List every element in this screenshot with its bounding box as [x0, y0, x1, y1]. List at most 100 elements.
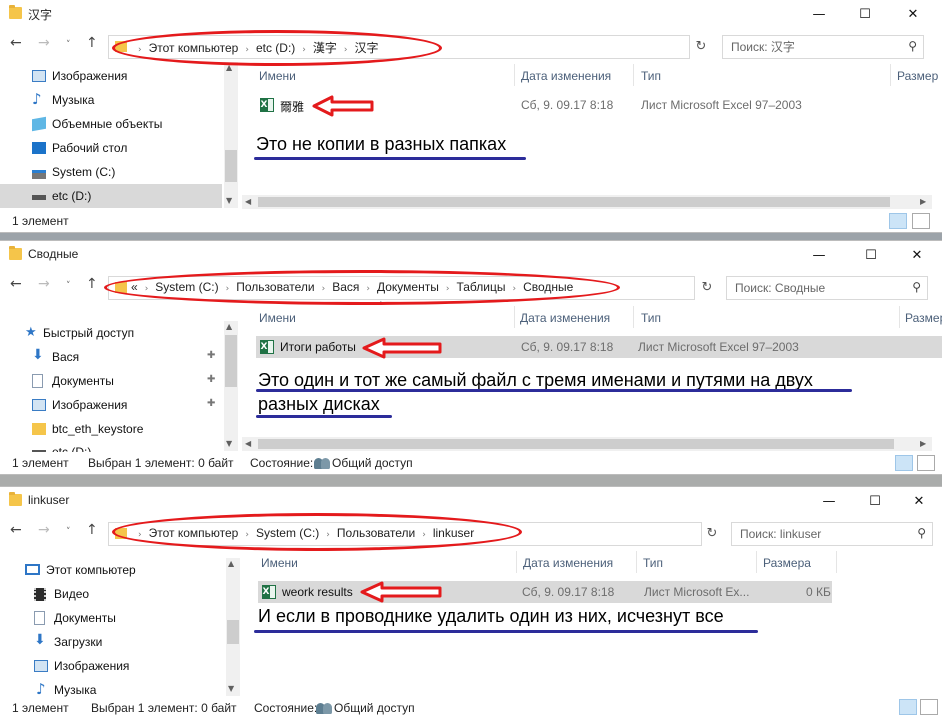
- scroll-down-icon[interactable]: ▼: [226, 196, 232, 205]
- back-button[interactable]: ←: [10, 276, 22, 292]
- address-bar[interactable]: › Этот компьютер › System (C:) › Пользователи…: [108, 522, 702, 546]
- refresh-button[interactable]: ↻: [692, 35, 710, 57]
- address-bar[interactable]: « › System (C:) › Пользователи › Вася › Документ…: [108, 276, 695, 300]
- recent-locations-button[interactable]: ˅: [66, 281, 71, 291]
- column-divider[interactable]: [756, 551, 757, 573]
- column-header-type[interactable]: Тип: [641, 311, 661, 325]
- crumb-folder-1[interactable]: 漢字: [313, 41, 337, 55]
- up-button[interactable]: ↑: [86, 276, 98, 292]
- close-button[interactable]: ✕: [894, 241, 940, 269]
- title-bar[interactable]: linkuser — ☐ ✕: [0, 487, 942, 515]
- maximize-button[interactable]: ☐: [842, 0, 888, 28]
- nav-item-vasya[interactable]: ⬇ Вася ✚: [0, 345, 222, 369]
- crumb-users[interactable]: Пользователи: [236, 280, 314, 294]
- nav-item-system-c[interactable]: System (C:): [0, 160, 222, 184]
- pin-icon[interactable]: ✚: [207, 398, 215, 409]
- forward-button[interactable]: →: [38, 522, 50, 538]
- nav-item-documents[interactable]: Документы: [0, 606, 222, 630]
- search-box[interactable]: ⚲: [731, 522, 933, 546]
- column-header-name[interactable]: Имени: [259, 311, 296, 325]
- address-bar[interactable]: › Этот компьютер › etc (D:) › 漢字 › 汉字: [108, 35, 690, 59]
- close-button[interactable]: ✕: [896, 487, 942, 515]
- maximize-button[interactable]: ☐: [852, 487, 898, 515]
- pin-icon[interactable]: ✚: [207, 350, 215, 361]
- nav-item-pictures[interactable]: Изображения ✚: [0, 393, 222, 417]
- close-button[interactable]: ✕: [890, 0, 936, 28]
- forward-button[interactable]: →: [38, 276, 50, 292]
- crumb-svodnye[interactable]: Сводные: [523, 280, 573, 294]
- nav-item-quick-access[interactable]: ★ Быстрый доступ: [0, 321, 222, 345]
- collapse-ribbon-icon[interactable]: ^: [377, 301, 385, 311]
- nav-item-etc-d[interactable]: etc (D:): [0, 184, 222, 208]
- nav-item-this-pc[interactable]: Этот компьютер: [0, 558, 222, 582]
- column-header-date[interactable]: Дата изменения: [523, 556, 613, 570]
- scroll-thumb[interactable]: [258, 439, 894, 449]
- details-view-icon[interactable]: [895, 455, 913, 471]
- title-bar[interactable]: 汉字 — ☐ ✕: [0, 0, 942, 28]
- minimize-button[interactable]: —: [796, 0, 842, 28]
- minimize-button[interactable]: —: [806, 487, 852, 515]
- nav-scrollbar[interactable]: ▲ ▼: [226, 558, 240, 696]
- column-header-size[interactable]: Размер: [905, 311, 942, 325]
- scroll-up-icon[interactable]: ▲: [228, 559, 234, 568]
- column-divider[interactable]: [890, 64, 891, 86]
- large-icons-view-icon[interactable]: [917, 455, 935, 471]
- file-row-selected[interactable]: Итоги работы Сб, 9. 09.17 8:18 Лист Micr…: [256, 336, 942, 358]
- search-input[interactable]: [738, 526, 902, 542]
- column-header-size[interactable]: Размер: [897, 69, 938, 83]
- large-icons-view-icon[interactable]: [912, 213, 930, 229]
- recent-locations-button[interactable]: ˅: [66, 527, 71, 537]
- crumb-drive-d[interactable]: etc (D:): [256, 41, 295, 55]
- scroll-down-icon[interactable]: ▼: [228, 684, 234, 693]
- crumb-linkuser[interactable]: linkuser: [433, 526, 474, 540]
- scroll-left-icon[interactable]: ◀: [245, 197, 251, 206]
- nav-item-3d-objects[interactable]: Объемные объекты: [0, 112, 222, 136]
- crumb-tables[interactable]: Таблицы: [456, 280, 505, 294]
- nav-item-pictures[interactable]: Изображения: [0, 64, 222, 88]
- pin-icon[interactable]: ✚: [207, 374, 215, 385]
- column-header-name[interactable]: Имени: [261, 556, 298, 570]
- nav-item-music[interactable]: ♪ Музыка: [0, 88, 222, 112]
- column-header-date[interactable]: Дата изменения: [520, 311, 610, 325]
- search-input[interactable]: [729, 39, 893, 55]
- scroll-right-icon[interactable]: ▶: [920, 439, 926, 448]
- horizontal-scrollbar[interactable]: ◀ ▶: [242, 195, 932, 209]
- refresh-button[interactable]: ↻: [698, 276, 716, 298]
- column-divider[interactable]: [633, 306, 634, 328]
- recent-locations-button[interactable]: ˅: [66, 40, 71, 50]
- column-divider[interactable]: [633, 64, 634, 86]
- crumb-documents[interactable]: Документы: [377, 280, 439, 294]
- maximize-button[interactable]: ☐: [848, 241, 894, 269]
- crumb-system-c[interactable]: System (C:): [256, 526, 319, 540]
- nav-item-btc-eth-keystore[interactable]: btc_eth_keystore: [0, 417, 222, 441]
- horizontal-scrollbar[interactable]: ◀ ▶: [242, 437, 932, 451]
- scroll-down-icon[interactable]: ▼: [226, 439, 232, 448]
- scroll-left-icon[interactable]: ◀: [245, 439, 251, 448]
- search-box[interactable]: ⚲: [726, 276, 928, 300]
- file-row-selected[interactable]: weork results Сб, 9. 09.17 8:18 Лист Mic…: [258, 581, 832, 603]
- refresh-button[interactable]: ↻: [703, 522, 721, 544]
- scroll-up-icon[interactable]: ▲: [226, 322, 232, 331]
- nav-item-documents[interactable]: Документы ✚: [0, 369, 222, 393]
- forward-button[interactable]: →: [38, 35, 50, 51]
- nav-item-pictures[interactable]: Изображения: [0, 654, 222, 678]
- scroll-right-icon[interactable]: ▶: [920, 197, 926, 206]
- crumb-folder-2[interactable]: 汉字: [355, 41, 379, 55]
- column-divider[interactable]: [899, 306, 900, 328]
- scroll-thumb[interactable]: [258, 197, 890, 207]
- column-divider[interactable]: [516, 551, 517, 573]
- details-view-icon[interactable]: [899, 699, 917, 715]
- column-header-name[interactable]: Имени: [259, 69, 296, 83]
- scroll-thumb[interactable]: [227, 620, 239, 644]
- column-divider[interactable]: [836, 551, 837, 573]
- column-divider[interactable]: [514, 306, 515, 328]
- scroll-thumb[interactable]: [225, 335, 237, 387]
- search-input[interactable]: [733, 280, 897, 296]
- up-button[interactable]: ↑: [86, 35, 98, 51]
- search-box[interactable]: ⚲: [722, 35, 924, 59]
- nav-item-desktop[interactable]: Рабочий стол: [0, 136, 222, 160]
- nav-scrollbar[interactable]: ▲ ▼: [224, 62, 238, 208]
- nav-item-downloads[interactable]: ⬇ Загрузки: [0, 630, 222, 654]
- column-divider[interactable]: [514, 64, 515, 86]
- column-divider[interactable]: [636, 551, 637, 573]
